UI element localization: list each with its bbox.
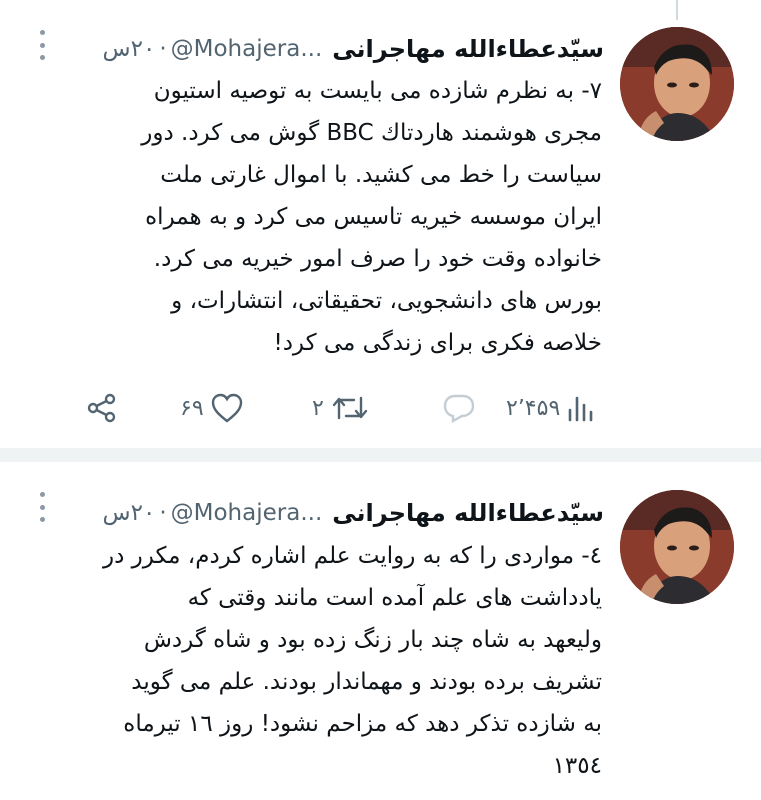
reply-button[interactable] xyxy=(442,388,476,428)
bar-chart-icon xyxy=(566,392,596,424)
separator-dot: · xyxy=(159,500,167,526)
author-handle[interactable]: @Mohajera... xyxy=(171,36,323,62)
tweet-text-line: ۷- به نظرم شازده می بایست به توصیه استیو… xyxy=(153,78,602,104)
retweet-icon xyxy=(330,392,370,424)
tweet-text-line: سیاست را خط می کشید. با اموال غارتی ملت xyxy=(160,162,602,188)
tweet[interactable]: سیّدعطاءالله مهاجرانی @Mohajera... · ۲۰س… xyxy=(0,0,761,448)
tweet-header: سیّدعطاءالله مهاجرانی @Mohajera... · ۲۰س xyxy=(103,494,604,532)
like-button[interactable]: ۶۹ xyxy=(174,388,244,428)
retweet-count: ۲ xyxy=(312,395,324,421)
tweet-text-line: تشریف برده بودند و مهماندار بودند. علم م… xyxy=(131,669,602,695)
separator-dot: · xyxy=(159,36,167,62)
reply-bubble-icon xyxy=(442,392,476,424)
more-vertical-icon[interactable] xyxy=(36,492,48,522)
views-button[interactable]: ۲٬۴۵۹ xyxy=(500,388,596,428)
more-dot xyxy=(39,55,45,60)
more-dot xyxy=(39,42,45,48)
more-dot xyxy=(39,517,45,522)
heart-icon xyxy=(210,392,244,424)
more-dot xyxy=(39,492,45,497)
tweet-text-line: مجری هوشمند هاردتاك BBC گوش می کرد. دور xyxy=(141,120,602,146)
share-icon xyxy=(86,392,118,424)
tweet-text-line: ٤- مواردی را که به روایت علم اشاره کردم،… xyxy=(103,543,602,569)
avatar[interactable] xyxy=(620,27,734,141)
tweet-text-line: ایران موسسه خیریه تاسیس می کرد و به همرا… xyxy=(145,204,602,230)
author-handle[interactable]: @Mohajera... xyxy=(171,500,323,526)
author-name[interactable]: سیّدعطاءالله مهاجرانی xyxy=(332,499,604,527)
more-dot xyxy=(39,30,45,35)
tweet-text-line: ۱۳٥٤ xyxy=(552,753,602,779)
tweet-text: ۷- به نظرم شازده می بایست به توصیه استیو… xyxy=(70,70,602,364)
author-name[interactable]: سیّدعطاءالله مهاجرانی xyxy=(332,35,604,63)
timestamp[interactable]: ۲۰س xyxy=(103,36,156,62)
tweet-text-line: خلاصه فکری برای زندگی می کرد! xyxy=(273,330,602,356)
tweet-text-line: ولیعهد به شاه چند بار زنگ زده بود و شاه … xyxy=(143,627,602,653)
more-vertical-icon[interactable] xyxy=(36,30,48,60)
tweet-divider xyxy=(0,448,761,462)
share-button[interactable] xyxy=(86,388,118,428)
action-bar: ۶۹ ۲ ۲٬۴۵۹ xyxy=(0,388,761,428)
tweet-text-line: یادداشت های علم آمده است مانند وقتی که xyxy=(187,585,602,611)
avatar[interactable] xyxy=(620,490,734,604)
tweet-text-line: خانواده وقت خود را صرف امور خیریه می کرد… xyxy=(153,246,602,272)
timestamp[interactable]: ۲۰س xyxy=(103,500,156,526)
like-count: ۶۹ xyxy=(180,395,204,421)
tweet-header: سیّدعطاءالله مهاجرانی @Mohajera... · ۲۰س xyxy=(103,30,604,68)
tweet-text-line: بورس های دانشجویی، تحقیقاتی، انتشارات، و xyxy=(171,288,602,314)
retweet-button[interactable]: ۲ xyxy=(306,388,370,428)
tweet-text: ٤- مواردی را که به روایت علم اشاره کردم،… xyxy=(70,535,602,787)
tweet-text-line: به شازده تذکر دهد که مزاحم نشود! روز ۱٦ … xyxy=(123,711,602,737)
more-dot xyxy=(39,504,45,510)
views-count: ۲٬۴۵۹ xyxy=(506,395,561,421)
